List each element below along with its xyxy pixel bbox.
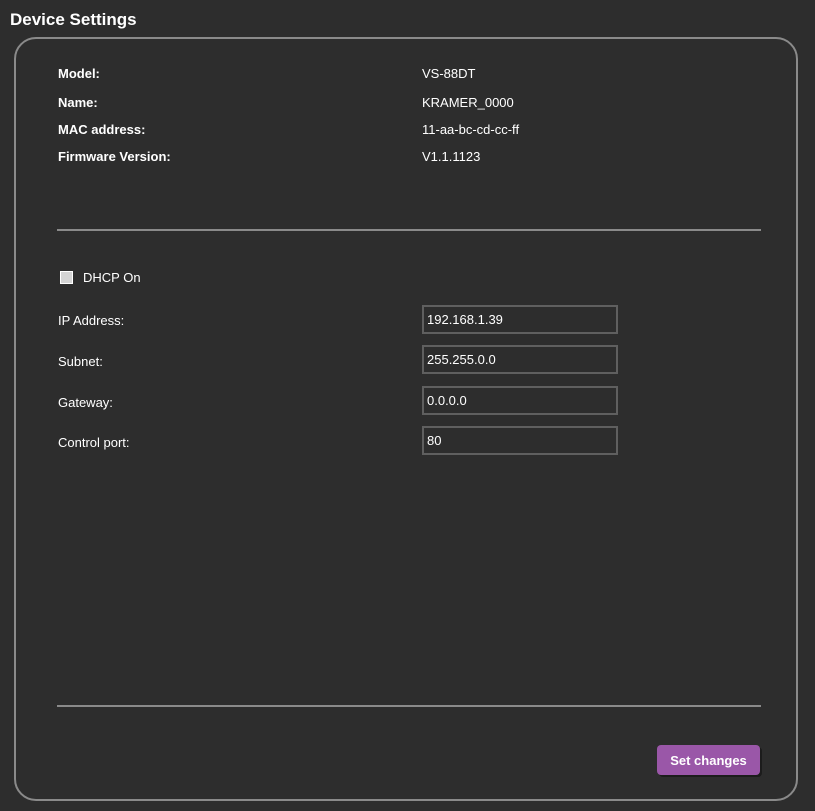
firmware-version-value: V1.1.1123: [422, 149, 481, 164]
set-changes-button[interactable]: Set changes: [657, 745, 760, 775]
dhcp-checkbox[interactable]: [60, 271, 73, 284]
model-value: VS-88DT: [422, 66, 476, 81]
ip-address-input[interactable]: [422, 305, 618, 334]
model-label: Model:: [58, 66, 100, 81]
mac-address-label: MAC address:: [58, 122, 146, 137]
dhcp-label: DHCP On: [83, 270, 141, 285]
subnet-input[interactable]: [422, 345, 618, 374]
gateway-label: Gateway:: [58, 395, 113, 410]
gateway-input[interactable]: [422, 386, 618, 415]
page-title: Device Settings: [10, 10, 137, 29]
firmware-version-label: Firmware Version:: [58, 149, 171, 164]
divider-bottom: [57, 705, 761, 707]
mac-address-value: 11-aa-bc-cd-cc-ff: [422, 122, 520, 137]
divider-top: [57, 229, 761, 231]
control-port-input[interactable]: [422, 426, 618, 455]
dhcp-toggle[interactable]: DHCP On: [60, 270, 141, 285]
subnet-label: Subnet:: [58, 354, 103, 369]
ip-address-label: IP Address:: [58, 313, 125, 328]
control-port-label: Control port:: [58, 435, 130, 450]
name-label: Name:: [58, 95, 98, 110]
name-value: KRAMER_0000: [422, 95, 514, 110]
